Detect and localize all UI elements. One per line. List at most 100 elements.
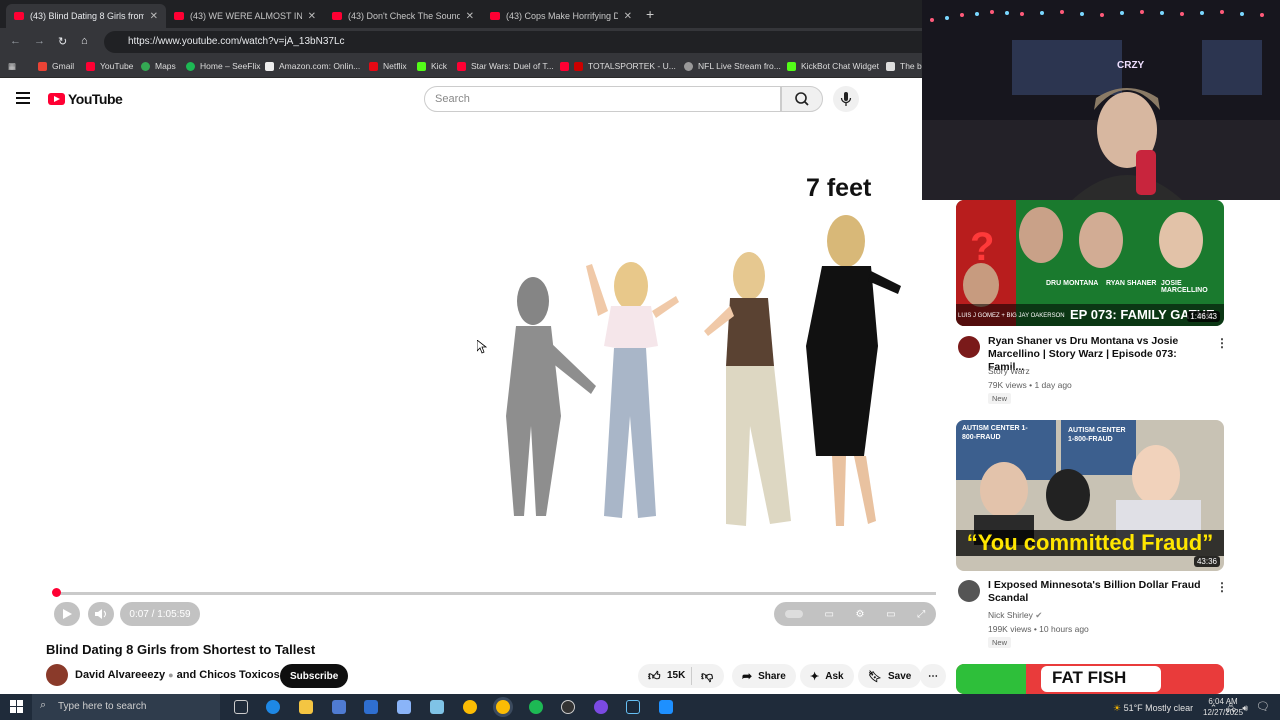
edge-icon[interactable]: [266, 700, 280, 714]
bookmark-item[interactable]: Netflix: [369, 61, 407, 71]
more-options-icon[interactable]: ⋮: [1216, 580, 1228, 594]
captions-icon[interactable]: ▭: [824, 609, 833, 620]
share-button[interactable]: ➦ Share: [732, 664, 796, 688]
file-explorer-icon[interactable]: [299, 700, 313, 714]
video-thumbnail[interactable]: ? DRU MONTANA RYAN SHANER JOSIE MARCELLI…: [956, 200, 1224, 326]
taskbar-clock[interactable]: 6:04 AM 12/27/2025: [1203, 696, 1243, 718]
tab-title: (43) Don't Check The Sound 👀: [348, 10, 460, 21]
bookmark-item[interactable]: The be: [886, 61, 926, 71]
amazon-icon: [265, 61, 274, 71]
home-icon[interactable]: ⌂: [81, 35, 88, 47]
youtube-favicon-icon: [332, 12, 342, 20]
chrome-icon[interactable]: [463, 700, 477, 714]
browser-tab[interactable]: (43) Blind Dating 8 Girls from S ✕: [6, 4, 166, 28]
obs-icon[interactable]: [561, 700, 575, 714]
channel-name[interactable]: David Alvareeezy ● and Chicos Toxicos: [75, 669, 280, 681]
globe-icon: [684, 61, 693, 71]
ask-button[interactable]: ✦ Ask: [800, 664, 854, 688]
voice-search-button[interactable]: [833, 86, 859, 112]
search-input[interactable]: Search: [424, 86, 781, 112]
autoplay-toggle-icon[interactable]: [784, 610, 803, 618]
subscribe-button[interactable]: Subscribe: [280, 664, 349, 688]
webcam-sign-text: CRZY: [1117, 60, 1145, 71]
close-tab-icon[interactable]: ✕: [466, 11, 474, 22]
steam-icon[interactable]: [626, 700, 640, 714]
weather-text[interactable]: 51°F Mostly clear: [1124, 703, 1194, 713]
windows-start-icon[interactable]: [10, 700, 24, 714]
bookmark-item[interactable]: TOTALSPORTEK - U...: [560, 61, 676, 71]
apps-grid-icon[interactable]: ▦: [8, 61, 16, 72]
thumbnail-caption: “You committed Fraud”: [956, 530, 1224, 556]
avatar[interactable]: [958, 336, 980, 358]
svg-text:?: ?: [970, 225, 994, 269]
more-actions-button[interactable]: ⋯: [920, 664, 946, 688]
sparkle-icon: ✦: [810, 670, 820, 683]
save-button[interactable]: 🔖︎ Save: [858, 664, 922, 688]
settings-gear-icon[interactable]: ⚙: [856, 609, 865, 620]
browser-tab[interactable]: (43) Don't Check The Sound 👀 ✕: [324, 4, 482, 28]
scrubber-handle[interactable]: [52, 588, 61, 597]
channel-avatar[interactable]: [46, 664, 68, 686]
video-thumbnail[interactable]: AUTISM CENTER 1-800-FRAUD AUTISM CENTER …: [956, 420, 1224, 571]
app-icon[interactable]: [332, 700, 346, 714]
play-button[interactable]: [54, 602, 80, 626]
app-icon[interactable]: [430, 700, 444, 714]
tab-title: (43) WE WERE ALMOST IN TEA: [190, 11, 302, 21]
bookmark-item[interactable]: NFL Live Stream fro...: [684, 61, 781, 71]
notifications-icon[interactable]: 🗨︎: [1256, 700, 1270, 713]
close-tab-icon[interactable]: ✕: [624, 11, 632, 22]
new-tab-icon[interactable]: +: [646, 6, 654, 22]
divider: [691, 667, 692, 685]
close-tab-icon[interactable]: ✕: [150, 11, 158, 22]
clock-date: 12/27/2025: [1203, 708, 1244, 717]
search-button[interactable]: [781, 86, 823, 112]
channel-name[interactable]: Nick Shirley ✔: [988, 610, 1042, 621]
thumbnail-caption: LUIS J GOMEZ + BIG JAY OAKERSON: [958, 313, 1065, 319]
browser-tab[interactable]: (43) Cops Make Horrifying Disc ✕: [482, 4, 640, 28]
chrome-active-icon[interactable]: [496, 700, 510, 714]
bookmark-item[interactable]: Maps: [141, 61, 176, 71]
bookmark-label: Home – SeeFlix: [200, 61, 261, 71]
task-view-icon[interactable]: [234, 700, 248, 714]
avatar[interactable]: [958, 580, 980, 602]
bookmark-item[interactable]: YouTube: [86, 61, 133, 71]
share-label: Share: [758, 670, 786, 682]
fullscreen-icon[interactable]: ⤢: [917, 609, 925, 620]
bookmark-item[interactable]: Star Wars: Duel of T...: [457, 61, 554, 71]
youtube-logo[interactable]: YouTube: [48, 91, 123, 107]
video-thumbnail[interactable]: FAT FISH: [956, 664, 1224, 694]
spotify-icon[interactable]: [529, 700, 543, 714]
mute-button[interactable]: [88, 602, 114, 626]
browser-tab[interactable]: (43) WE WERE ALMOST IN TEA ✕: [166, 4, 324, 28]
progress-bar[interactable]: [56, 592, 936, 595]
thumbs-up-icon[interactable]: 👍︎: [648, 669, 661, 684]
bookmark-item[interactable]: Kick: [417, 61, 447, 71]
bookmark-item[interactable]: Gmail: [38, 61, 74, 71]
app-icon[interactable]: [397, 700, 411, 714]
hamburger-menu-icon[interactable]: [16, 92, 30, 107]
channel-name[interactable]: Story Warz: [988, 366, 1030, 376]
video-player[interactable]: 7 feet 0:07 / 1:05:59 ▭ ⚙ ▭ ⤢: [46, 126, 945, 632]
thumbnail-caption: DRU MONTANA: [1046, 280, 1099, 287]
address-bar[interactable]: https://www.youtube.com/watch?v=jA_13bN3…: [104, 31, 934, 53]
more-options-icon[interactable]: ⋮: [1216, 336, 1228, 350]
reload-icon[interactable]: ↻: [58, 35, 67, 48]
forward-icon[interactable]: →: [34, 35, 45, 47]
calculator-icon[interactable]: [364, 700, 378, 714]
duration-badge: 1:46:43: [1187, 311, 1220, 322]
video-title[interactable]: I Exposed Minnesota's Billion Dollar Fra…: [988, 579, 1208, 605]
like-count[interactable]: 15K: [667, 670, 685, 681]
bookmark-item[interactable]: Home – SeeFlix: [186, 61, 260, 71]
taskbar-search-input[interactable]: ⌕ Type here to search: [32, 694, 220, 720]
theater-mode-icon[interactable]: ▭: [886, 609, 895, 620]
app-icon[interactable]: [659, 700, 673, 714]
thumbs-down-icon[interactable]: 👎︎: [701, 669, 713, 684]
app-icon[interactable]: [594, 700, 608, 714]
bookmark-item[interactable]: Amazon.com: Onlin...: [265, 61, 360, 71]
collab-channel-name: Chicos Toxicos: [199, 669, 280, 681]
volume-icon[interactable]: 🔊︎: [1242, 703, 1248, 713]
bookmark-item[interactable]: KickBot Chat Widget: [787, 61, 879, 71]
close-tab-icon[interactable]: ✕: [308, 11, 316, 22]
back-icon[interactable]: ←: [10, 35, 21, 47]
video-title: Blind Dating 8 Girls from Shortest to Ta…: [46, 642, 316, 657]
